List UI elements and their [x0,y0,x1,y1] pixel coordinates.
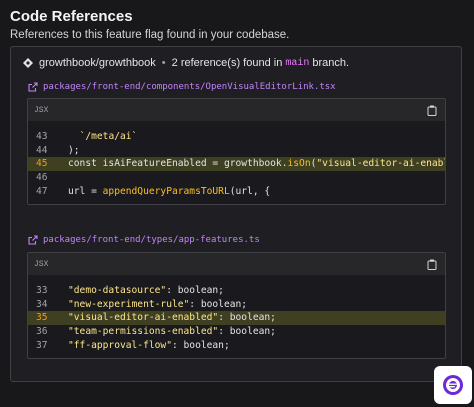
code-line: 33 "demo-datasource": boolean; [28,284,445,298]
code-token: "ff-approval-flow" [68,339,172,351]
line-number: 33 [36,285,48,297]
file-path[interactable]: packages/front-end/components/OpenVisual… [43,82,336,92]
code-token: const isAiFeatureEnabled = growthbook. [68,158,288,170]
code-token: "team-permissions-enabled" [68,326,219,338]
code-token: "visual-editor-ai-enabled" [68,312,219,324]
line-number: 35 [36,312,48,324]
separator-dot: • [161,57,166,69]
code-token: ); [68,144,80,156]
code-token: appendQueryParamsToURL [102,185,230,197]
code-text: "new-experiment-rule": boolean; [68,299,247,310]
page-subtitle: References to this feature flag found in… [10,29,290,41]
code-line: 46 [28,171,445,185]
file-path[interactable]: packages/front-end/types/app-features.ts [43,235,260,245]
code-text: const isAiFeatureEnabled = growthbook.is… [68,158,445,170]
code-text: "visual-editor-ai-enabled": boolean; [68,312,276,323]
code-token: : boolean; [171,339,230,351]
chat-widget-button[interactable] [434,366,472,404]
external-link-icon [28,235,38,245]
line-number: 44 [36,144,48,156]
code-token: : boolean; [218,312,276,324]
line-number: 36 [36,326,48,338]
copy-icon[interactable] [427,105,437,116]
code-line-highlighted: 45 const isAiFeatureEnabled = growthbook.… [28,157,445,171]
code-line: 47 url = appendQueryParamsToURL(url, { [28,184,445,198]
code-token: `/meta/ai` [79,131,138,143]
code-token: url = [68,185,103,197]
code-line: 37 "ff-approval-flow": boolean; [28,338,445,352]
page-title: Code References [10,8,133,25]
code-block: JSX 43 `/meta/ai` 44); 45 const isAiFeature… [27,98,446,205]
file-link[interactable]: packages/front-end/types/app-features.ts [28,235,260,245]
code-block: JSX 33 "demo-datasource": boolean; 34 "new-… [27,252,446,359]
code-text: `/meta/ai` [68,131,138,143]
branch-name: main [285,57,310,69]
code-token: : boolean; [189,298,248,310]
code-token: "demo-datasource" [68,285,167,297]
chat-widget-icon [443,375,463,395]
branch-suffix: branch. [312,57,350,69]
repo-summary: growthbook/growthbook • 2 reference(s) f… [23,57,349,69]
line-number: 45 [36,158,48,170]
line-number: 34 [36,298,48,310]
code-token: : boolean; [166,285,224,297]
code-token: isOn [287,158,311,170]
language-label: JSX [34,259,49,269]
code-block-header: JSX [28,99,445,121]
code-text: url = appendQueryParamsToURL(url, { [68,186,270,197]
code-text: "ff-approval-flow": boolean; [68,340,230,351]
code-line: 43 `/meta/ai` [28,130,445,144]
line-number: 37 [36,339,48,351]
code-references-panel: growthbook/growthbook • 2 reference(s) f… [10,46,462,382]
code-lines: 43 `/meta/ai` 44); 45 const isAiFeatureEnab… [28,121,445,198]
file-link[interactable]: packages/front-end/components/OpenVisual… [28,82,336,92]
copy-icon[interactable] [427,259,437,270]
line-number: 43 [36,131,48,143]
code-line: 44); [28,144,445,158]
code-text: "team-permissions-enabled": boolean; [68,326,276,337]
code-token: "visual-editor-ai-enabled" [316,158,445,170]
code-line-highlighted: 35 "visual-editor-ai-enabled": boolean; [28,311,445,325]
github-icon [23,58,33,68]
code-text: ); [68,145,80,156]
code-block-header: JSX [28,253,445,275]
code-line: 34 "new-experiment-rule": boolean; [28,298,445,312]
external-link-icon [28,82,38,92]
code-line: 36 "team-permissions-enabled": boolean; [28,325,445,339]
repo-name: growthbook/growthbook [39,57,156,69]
reference-count: 2 reference(s) found in [171,57,283,69]
code-token: : boolean; [218,326,276,338]
code-token: "new-experiment-rule" [68,298,190,310]
line-number: 47 [36,185,48,197]
code-lines: 33 "demo-datasource": boolean; 34 "new-expe… [28,275,445,352]
code-text: "demo-datasource": boolean; [68,285,224,296]
code-token: (url, { [229,185,271,197]
line-number: 46 [36,172,48,184]
language-label: JSX [34,105,49,115]
